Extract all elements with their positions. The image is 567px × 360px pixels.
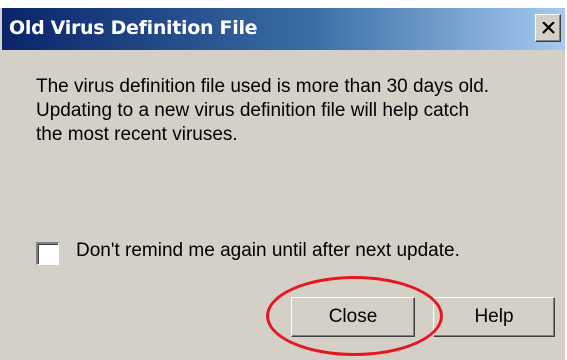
message-text: The virus definition file used is more t…	[36, 75, 546, 147]
close-x-icon	[542, 22, 555, 34]
dialog-title: Old Virus Definition File	[9, 17, 258, 39]
message-line: Updating to a new virus definition file …	[36, 100, 470, 121]
message-line: The virus definition file used is more t…	[36, 76, 490, 97]
message-line: the most recent viruses.	[36, 124, 238, 145]
dont-remind-checkbox-label[interactable]: Don't remind me again until after next u…	[76, 240, 460, 262]
title-bar[interactable]: Old Virus Definition File	[2, 8, 565, 50]
help-button[interactable]: Help	[433, 297, 555, 337]
close-button[interactable]: Close	[291, 297, 415, 337]
title-close-button[interactable]	[535, 14, 561, 42]
old-virus-definition-dialog: Old Virus Definition File The virus defi…	[0, 8, 565, 360]
dont-remind-checkbox[interactable]	[36, 242, 59, 265]
